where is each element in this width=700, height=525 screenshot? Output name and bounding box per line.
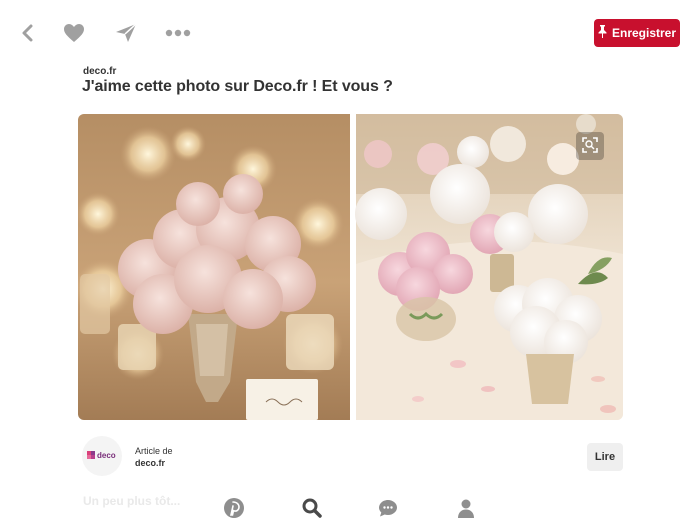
article-source-row: deco Article de deco.fr Lire xyxy=(78,430,623,480)
profile-icon[interactable] xyxy=(454,496,478,520)
pin-title: J'aime cette photo sur Deco.fr ! Et vous… xyxy=(82,78,393,95)
send-icon[interactable] xyxy=(113,20,139,46)
pin-image[interactable] xyxy=(78,114,623,420)
home-icon[interactable] xyxy=(222,496,246,520)
save-button-label: Enregistrer xyxy=(611,26,677,40)
heart-icon[interactable] xyxy=(61,20,87,46)
chevron-left-icon[interactable] xyxy=(14,20,40,46)
visual-search-icon[interactable] xyxy=(576,132,604,160)
chat-icon[interactable] xyxy=(376,496,400,520)
top-bar: Enregistrer xyxy=(0,0,700,64)
pin-icon xyxy=(598,25,607,41)
article-site[interactable]: deco.fr xyxy=(135,458,165,468)
pin-source-domain[interactable]: deco.fr xyxy=(83,66,116,77)
article-prefix: Article de xyxy=(135,446,173,456)
source-logo[interactable]: deco xyxy=(82,436,122,476)
more-icon[interactable] xyxy=(165,20,191,46)
source-logo-text: deco xyxy=(97,451,116,460)
search-icon[interactable] xyxy=(300,496,324,520)
save-button[interactable]: Enregistrer xyxy=(594,19,680,47)
read-button[interactable]: Lire xyxy=(587,443,623,471)
bottom-navigation xyxy=(0,494,700,525)
